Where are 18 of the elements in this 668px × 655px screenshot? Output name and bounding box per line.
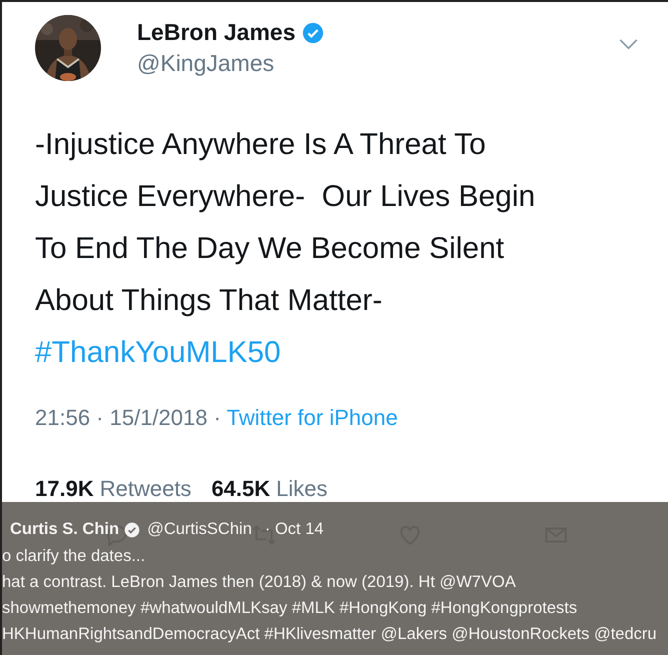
source-link[interactable]: Twitter for iPhone [226,405,398,430]
author-handle[interactable]: @KingJames [137,50,324,77]
chevron-down-icon[interactable] [619,39,638,50]
author-name[interactable]: LeBron James [137,19,296,46]
like-label: Likes [276,476,328,502]
retweet-count[interactable]: 17.9K [35,476,94,502]
post-date: · Oct 14 [264,520,324,539]
tweet-timestamp[interactable]: 21:56 · 15/1/2018 · [35,405,227,430]
author-handle[interactable]: @CurtisSChin [147,520,252,539]
caption-line: showmethemoney #whatwouldMLKsay #MLK #HongKong #HongKongprotests [2,598,578,619]
hashtag-link[interactable]: #ThankYouMLK50 [35,336,281,369]
author-name[interactable]: Curtis S. Chin [10,520,120,539]
caption-line: o clarify the dates... [2,546,146,567]
tweet-text: -Injustice Anywhere Is A Threat To Justice Everywhere- Our Lives Begin To End The Day We Become Silent About Things That Matter- #ThankYouMLK50 [35,127,536,371]
caption-line: hat a contrast. LeBron James then (2018) & now (2019). Ht @W7VOA [2,572,516,593]
caption-line: HKHumanRightsandDemocracyAct #HKlivesmatter @Lakers @HoustonRockets @tedcru [2,624,657,645]
retweet-label: Retweets [100,476,192,502]
like-count[interactable]: 64.5K [211,476,270,502]
